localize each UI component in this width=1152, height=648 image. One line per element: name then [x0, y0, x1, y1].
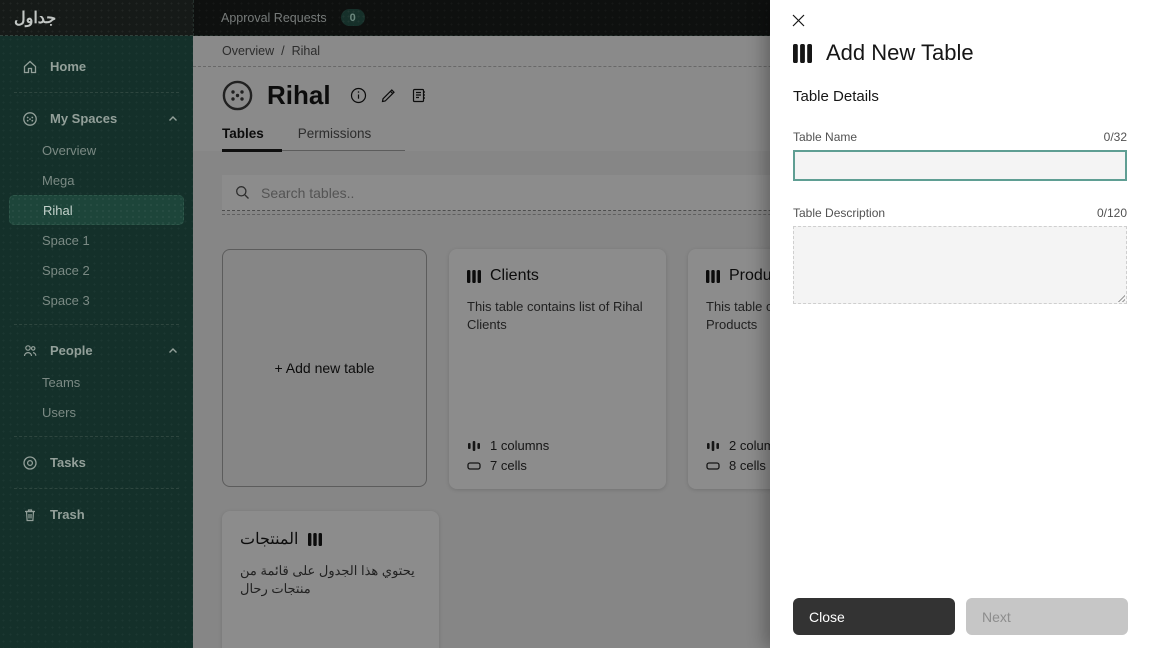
- next-button[interactable]: Next: [966, 598, 1128, 635]
- sidebar-item-home[interactable]: Home: [0, 50, 193, 83]
- table-description-label: Table Description: [793, 206, 885, 220]
- trash-can-icon: [22, 507, 38, 523]
- close-icon[interactable]: [788, 10, 808, 30]
- drawer-footer: Close Next: [793, 598, 1128, 635]
- sidebar-item-teams[interactable]: Teams: [0, 367, 193, 397]
- chevron-up-icon: [167, 113, 179, 125]
- sidebar-item-trash[interactable]: Trash: [0, 498, 193, 531]
- sidebar-item-overview[interactable]: Overview: [0, 135, 193, 165]
- sidebar-item-label: Users: [42, 405, 76, 420]
- table-description-label-row: Table Description 0/120: [793, 206, 1127, 220]
- sidebar-item-label: Mega: [42, 173, 75, 188]
- sidebar-item-label: Space 1: [42, 233, 90, 248]
- sidebar-item-space-1[interactable]: Space 1: [0, 225, 193, 255]
- sidebar-item-label: Teams: [42, 375, 80, 390]
- house-icon: [22, 59, 38, 75]
- sidebar-item-label: Home: [50, 59, 86, 74]
- table-name-input[interactable]: [793, 150, 1127, 181]
- sidebar-item-label: Space 2: [42, 263, 90, 278]
- sidebar-divider: [14, 436, 179, 437]
- sidebar-item-users[interactable]: Users: [0, 397, 193, 427]
- modal-dim-overlay[interactable]: [193, 36, 770, 648]
- sidebar-item-space-3[interactable]: Space 3: [0, 285, 193, 315]
- sidebar-divider: [14, 324, 179, 325]
- sidebar-section-label: My Spaces: [50, 111, 117, 126]
- sidebar-section-label: People: [50, 343, 93, 358]
- modal-dim-overlay-top: [193, 0, 770, 36]
- table-name-label-row: Table Name 0/32: [793, 130, 1127, 144]
- target-circle-icon: [22, 455, 38, 471]
- sidebar-item-rihal[interactable]: Rihal: [9, 195, 184, 225]
- sidebar-item-space-2[interactable]: Space 2: [0, 255, 193, 285]
- sidebar: Home My Spaces Overview Mega Rihal Space…: [0, 36, 193, 648]
- app-logo: جداول: [0, 8, 193, 28]
- dotted-circle-icon: [22, 111, 38, 127]
- drawer-title: Add New Table: [826, 40, 974, 66]
- sidebar-item-label: Overview: [42, 143, 96, 158]
- three-bars-icon: [793, 43, 812, 64]
- table-name-counter: 0/32: [1104, 130, 1127, 144]
- sidebar-item-label: Space 3: [42, 293, 90, 308]
- sidebar-section-people[interactable]: People: [0, 334, 193, 367]
- close-button[interactable]: Close: [793, 598, 955, 635]
- sidebar-item-label: Tasks: [50, 455, 86, 470]
- table-name-label: Table Name: [793, 130, 857, 144]
- table-description-wrap: [793, 226, 1127, 304]
- sidebar-item-label: Rihal: [43, 203, 73, 218]
- two-persons-icon: [22, 343, 38, 359]
- chevron-up-icon: [167, 345, 179, 357]
- table-details-heading: Table Details: [793, 88, 1127, 105]
- sidebar-item-label: Trash: [50, 507, 85, 522]
- sidebar-item-mega[interactable]: Mega: [0, 165, 193, 195]
- add-new-table-drawer: Add New Table Table Details Table Name 0…: [770, 0, 1152, 648]
- sidebar-divider: [14, 92, 179, 93]
- table-description-textarea[interactable]: [793, 226, 1127, 304]
- table-description-counter: 0/120: [1097, 206, 1127, 220]
- sidebar-item-tasks[interactable]: Tasks: [0, 446, 193, 479]
- drawer-title-row: Add New Table: [793, 0, 1127, 66]
- sidebar-divider: [14, 488, 179, 489]
- sidebar-section-my-spaces[interactable]: My Spaces: [0, 102, 193, 135]
